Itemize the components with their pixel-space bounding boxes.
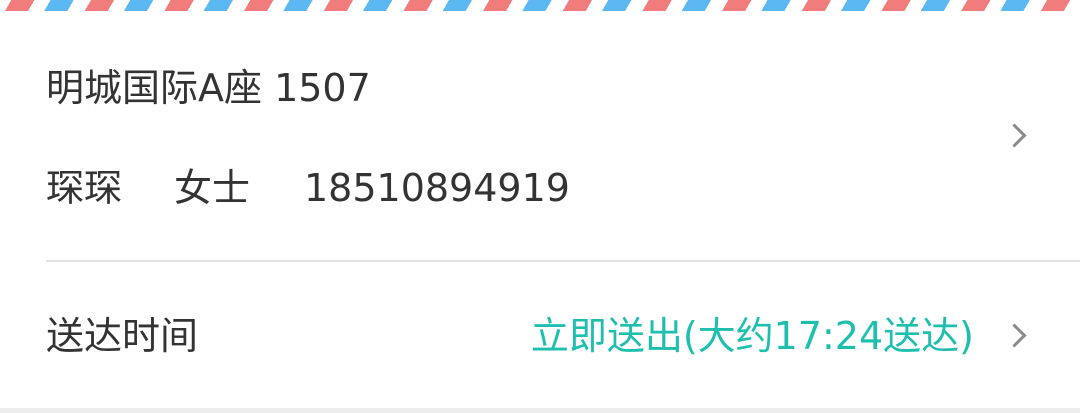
contact-info: 琛琛 女士 18510894919 bbox=[46, 165, 570, 211]
chevron-right-icon bbox=[1002, 123, 1027, 148]
contact-phone: 18510894919 bbox=[304, 166, 570, 210]
delivery-time-row[interactable]: 送达时间 立即送出(大约17:24送达) bbox=[0, 262, 1080, 408]
delivery-time-label: 送达时间 bbox=[46, 314, 199, 358]
airmail-stripe-border bbox=[0, 0, 1080, 11]
chevron-right-icon bbox=[1002, 323, 1027, 348]
order-address-card: 明城国际A座 1507 琛琛 女士 18510894919 送达时间 立即送出(大约… bbox=[0, 0, 1080, 413]
address-text: 明城国际A座 1507 bbox=[46, 66, 371, 110]
delivery-address-row[interactable]: 明城国际A座 1507 琛琛 女士 18510894919 bbox=[0, 11, 1080, 260]
contact-name: 琛琛 bbox=[46, 166, 123, 210]
contact-title: 女士 bbox=[174, 166, 251, 210]
section-bottom-border bbox=[0, 408, 1080, 413]
delivery-time-value: 立即送出(大约17:24送达) bbox=[530, 314, 974, 358]
